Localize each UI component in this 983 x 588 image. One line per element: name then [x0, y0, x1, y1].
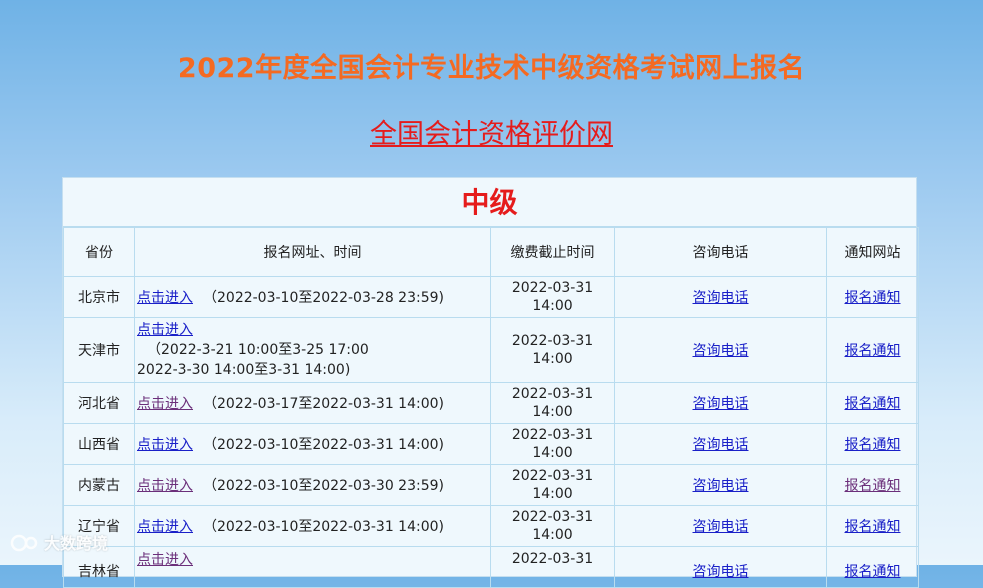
- phone-cell: 咨询电话: [614, 505, 827, 547]
- registration-period-second: 2022-3-30 14:00至3-31 14:00): [137, 362, 351, 378]
- deadline-date: 2022-03-31: [511, 333, 594, 349]
- table-row: 河北省 点击进入 （2022-03-17至2022-03-31 14:00) 20…: [63, 382, 919, 424]
- registration-period: （2022-03-10至2022-03-31 14:00): [203, 437, 444, 453]
- province-cell: 天津市: [63, 317, 135, 383]
- notice-cell: 报名通知: [826, 382, 919, 424]
- notice-link[interactable]: 报名通知: [845, 396, 901, 412]
- registration-panel: 中级 省份 报名网址、时间 缴费截止时间 咨询电话 通知网站 北京市 点击进入 （…: [62, 177, 919, 588]
- deadline-time: 14:00: [532, 445, 573, 461]
- table-row: 吉林省 点击进入 2022-03-31 咨询电话 报名通知: [63, 546, 919, 588]
- deadline-cell: 2022-03-31 14:00: [490, 382, 615, 424]
- deadline-cell: 2022-03-31 14:00: [490, 464, 615, 506]
- registration-cell: 点击进入: [134, 546, 491, 588]
- table-row: 天津市 点击进入 （2022-3-21 10:00至3-25 17:00 202…: [63, 317, 919, 383]
- watermark-text: 大数跨境: [44, 534, 109, 553]
- deadline-time: 14:00: [532, 298, 573, 314]
- phone-link[interactable]: 咨询电话: [693, 396, 749, 412]
- province-cell: 山西省: [63, 423, 135, 465]
- enter-link[interactable]: 点击进入: [137, 396, 193, 412]
- registration-cell: 点击进入 （2022-03-17至2022-03-31 14:00): [134, 382, 491, 424]
- notice-cell: 报名通知: [826, 464, 919, 506]
- notice-link[interactable]: 报名通知: [845, 437, 901, 453]
- registration-period: （2022-3-21 10:00至3-25 17:00: [147, 342, 369, 358]
- notice-cell: 报名通知: [826, 423, 919, 465]
- deadline-cell: 2022-03-31 14:00: [490, 276, 615, 318]
- deadline-date: 2022-03-31: [511, 468, 594, 484]
- deadline-time: 14:00: [532, 486, 573, 502]
- registration-period: （2022-03-17至2022-03-31 14:00): [203, 396, 444, 412]
- notice-cell: 报名通知: [826, 317, 919, 383]
- table-header-row: 省份 报名网址、时间 缴费截止时间 咨询电话 通知网站: [63, 227, 919, 277]
- registration-cell: 点击进入 （2022-3-21 10:00至3-25 17:00 2022-3-…: [134, 317, 491, 383]
- column-header-province: 省份: [63, 227, 135, 277]
- enter-link[interactable]: 点击进入: [137, 519, 193, 535]
- deadline-cell: 2022-03-31 14:00: [490, 505, 615, 547]
- registration-period: （2022-03-10至2022-03-28 23:59): [203, 290, 444, 306]
- notice-link[interactable]: 报名通知: [845, 290, 901, 306]
- level-title: 中级: [63, 178, 916, 227]
- deadline-date: 2022-03-31: [511, 509, 594, 525]
- site-link-container: 全国会计资格评价网: [0, 112, 983, 151]
- phone-cell: 咨询电话: [614, 382, 827, 424]
- notice-cell: 报名通知: [826, 505, 919, 547]
- enter-link[interactable]: 点击进入: [137, 290, 193, 306]
- notice-link[interactable]: 报名通知: [845, 343, 901, 359]
- registration-table: 省份 报名网址、时间 缴费截止时间 咨询电话 通知网站 北京市 点击进入 （202…: [63, 227, 919, 588]
- registration-cell: 点击进入 （2022-03-10至2022-03-31 14:00): [134, 423, 491, 465]
- phone-cell: 咨询电话: [614, 464, 827, 506]
- notice-link[interactable]: 报名通知: [845, 564, 901, 580]
- enter-link[interactable]: 点击进入: [137, 552, 193, 568]
- enter-link[interactable]: 点击进入: [137, 478, 193, 494]
- phone-link[interactable]: 咨询电话: [693, 343, 749, 359]
- deadline-date: 2022-03-31: [511, 386, 594, 402]
- phone-link[interactable]: 咨询电话: [693, 564, 749, 580]
- deadline-cell: 2022-03-31: [490, 546, 615, 588]
- enter-link[interactable]: 点击进入: [137, 322, 193, 338]
- phone-link[interactable]: 咨询电话: [693, 478, 749, 494]
- enter-link[interactable]: 点击进入: [137, 437, 193, 453]
- notice-cell: 报名通知: [826, 276, 919, 318]
- deadline-date: 2022-03-31: [511, 280, 594, 296]
- table-row: 山西省 点击进入 （2022-03-10至2022-03-31 14:00) 20…: [63, 423, 919, 465]
- province-cell: 北京市: [63, 276, 135, 318]
- deadline-date: 2022-03-31: [511, 427, 594, 443]
- notice-cell: 报名通知: [826, 546, 919, 588]
- phone-cell: 咨询电话: [614, 276, 827, 318]
- notice-link[interactable]: 报名通知: [845, 478, 901, 494]
- deadline-date: 2022-03-31: [511, 551, 594, 567]
- phone-link[interactable]: 咨询电话: [693, 519, 749, 535]
- phone-link[interactable]: 咨询电话: [693, 290, 749, 306]
- deadline-time: 14:00: [532, 404, 573, 420]
- phone-cell: 咨询电话: [614, 423, 827, 465]
- phone-link[interactable]: 咨询电话: [693, 437, 749, 453]
- deadline-time: 14:00: [532, 351, 573, 367]
- watermark-logo-icon: [10, 534, 38, 552]
- accounting-qualification-site-link[interactable]: 全国会计资格评价网: [370, 119, 613, 150]
- table-row: 内蒙古 点击进入 （2022-03-10至2022-03-30 23:59) 20…: [63, 464, 919, 506]
- table-row: 北京市 点击进入 （2022-03-10至2022-03-28 23:59) 20…: [63, 276, 919, 318]
- deadline-cell: 2022-03-31 14:00: [490, 423, 615, 465]
- deadline-cell: 2022-03-31 14:00: [490, 317, 615, 383]
- registration-cell: 点击进入 （2022-03-10至2022-03-28 23:59): [134, 276, 491, 318]
- registration-period: （2022-03-10至2022-03-31 14:00): [203, 519, 444, 535]
- registration-period: （2022-03-10至2022-03-30 23:59): [203, 478, 444, 494]
- watermark: 大数跨境: [10, 530, 108, 554]
- table-row: 辽宁省 点击进入 （2022-03-10至2022-03-31 14:00) 20…: [63, 505, 919, 547]
- province-cell: 内蒙古: [63, 464, 135, 506]
- column-header-registration: 报名网址、时间: [134, 227, 491, 277]
- column-header-phone: 咨询电话: [614, 227, 827, 277]
- registration-cell: 点击进入 （2022-03-10至2022-03-31 14:00): [134, 505, 491, 547]
- province-cell: 河北省: [63, 382, 135, 424]
- phone-cell: 咨询电话: [614, 546, 827, 588]
- column-header-notice: 通知网站: [826, 227, 919, 277]
- registration-cell: 点击进入 （2022-03-10至2022-03-30 23:59): [134, 464, 491, 506]
- notice-link[interactable]: 报名通知: [845, 519, 901, 535]
- page-title: 2022年度全国会计专业技术中级资格考试网上报名: [177, 53, 806, 84]
- column-header-deadline: 缴费截止时间: [490, 227, 615, 277]
- phone-cell: 咨询电话: [614, 317, 827, 383]
- deadline-time: 14:00: [532, 527, 573, 543]
